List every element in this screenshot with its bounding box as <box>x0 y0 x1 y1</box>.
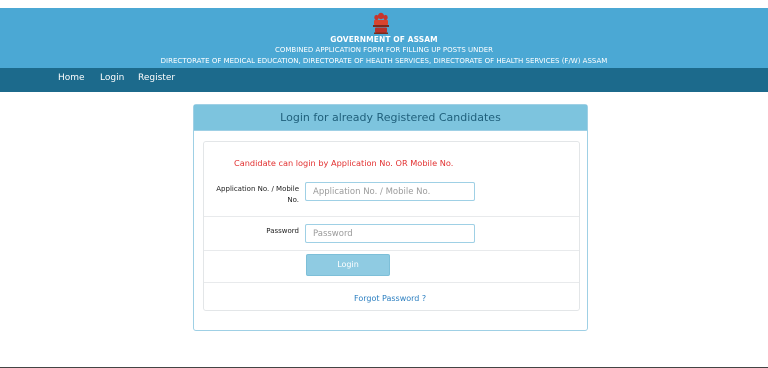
login-form: Candidate can login by Application No. O… <box>203 141 580 311</box>
application-no-label-line1: Application No. / Mobile <box>216 185 299 193</box>
login-card-heading: Login for already Registered Candidates <box>194 105 587 131</box>
application-no-label-line2: No. <box>287 196 299 204</box>
nav-login-link[interactable]: Login <box>100 73 124 83</box>
form-divider <box>204 282 579 283</box>
nav-register-link[interactable]: Register <box>138 73 175 83</box>
form-divider <box>204 250 579 251</box>
site-header: GOVERNMENT OF ASSAM COMBINED APPLICATION… <box>0 8 768 68</box>
login-note: Candidate can login by Application No. O… <box>234 158 454 168</box>
password-input[interactable] <box>305 224 475 243</box>
header-title: GOVERNMENT OF ASSAM <box>330 35 438 44</box>
forgot-password-link[interactable]: Forgot Password ? <box>354 294 426 303</box>
application-no-label: Application No. / Mobile No. <box>204 184 299 206</box>
application-no-input[interactable] <box>305 182 475 201</box>
national-emblem-icon <box>373 12 389 34</box>
top-strip <box>0 0 768 8</box>
form-divider <box>204 216 579 217</box>
nav-home-link[interactable]: Home <box>58 73 85 83</box>
login-card: Login for already Registered Candidates … <box>193 104 588 331</box>
header-subtitle: COMBINED APPLICATION FORM FOR FILLING UP… <box>274 46 494 54</box>
password-label: Password <box>266 227 299 235</box>
login-button[interactable]: Login <box>306 254 390 276</box>
header-directorates: DIRECTORATE OF MEDICAL EDUCATION, DIRECT… <box>160 57 608 65</box>
nav-bar: Home Login Register <box>0 68 768 92</box>
